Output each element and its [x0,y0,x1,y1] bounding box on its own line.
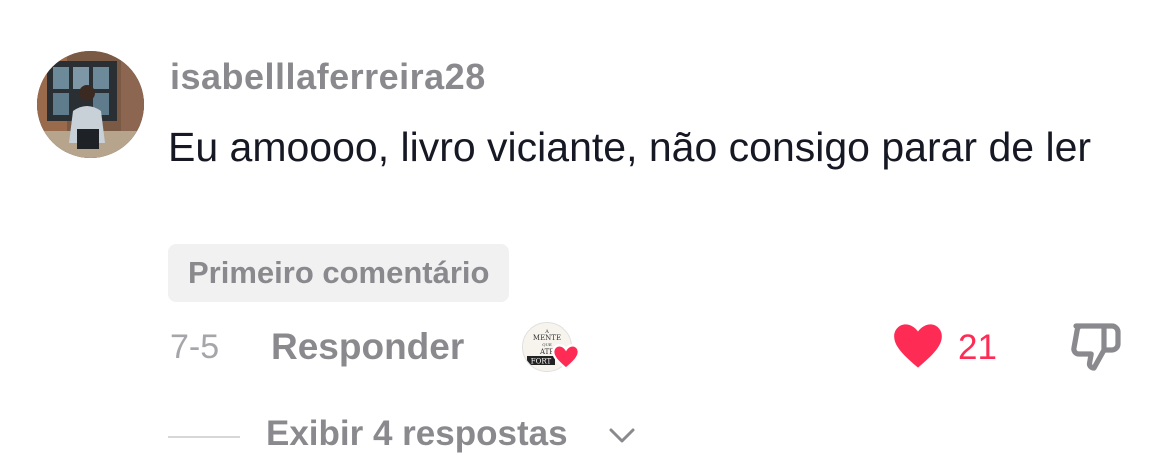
heart-icon[interactable] [892,322,944,370]
like-count: 21 [958,328,997,367]
comment-username[interactable]: isabelllaferreira28 [170,56,486,98]
creator-avatar-text-3: QUE [542,342,552,347]
replies-divider [168,436,240,438]
comment-date: 7-5 [170,328,220,366]
creator-avatar-text-5: FORT [531,358,552,366]
liked-by-creator-indicator: A MENTE QUE ATP FORT [522,322,582,374]
chevron-down-icon[interactable] [608,427,636,445]
user-avatar[interactable] [37,51,144,158]
reply-button[interactable]: Responder [271,326,464,368]
comment-text: Eu amoooo, livro viciante, não consigo p… [168,124,1092,170]
creator-heart-icon [552,344,580,370]
dislike-icon[interactable] [1068,320,1124,372]
creator-avatar-text-2: MENTE [533,334,561,342]
view-replies-button[interactable]: Exibir 4 respostas [266,414,568,454]
first-comment-badge: Primeiro comentário [168,244,510,302]
